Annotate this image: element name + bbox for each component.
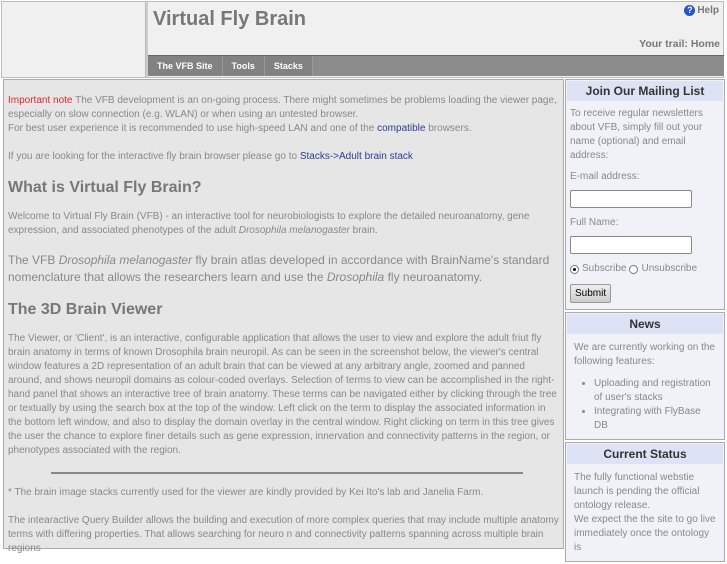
status-text-1: The fully functional webstie launch is p… <box>574 472 700 511</box>
atlas-3: fly neuroanatomy. <box>384 270 483 284</box>
browser-hint: If you are looking for the interactive f… <box>8 150 559 164</box>
email-input[interactable] <box>570 190 692 208</box>
site-title: Virtual Fly Brain <box>153 8 307 30</box>
help-link[interactable]: ? Help <box>684 5 719 16</box>
email-label: E-mail address: <box>570 171 640 182</box>
important-note-label: Important note <box>8 95 73 106</box>
breadcrumb: Your trail: Home <box>639 38 720 50</box>
divider <box>51 472 523 474</box>
atlas-text: The VFB Drosophila melanogaster fly brai… <box>8 252 559 286</box>
welcome-text: Welcome to Virtual Fly Brain (VFB) - an … <box>8 210 559 238</box>
unsubscribe-radio[interactable] <box>629 264 639 274</box>
query-builder-text: The intearactive Query Builder allows th… <box>8 515 559 554</box>
logo-area <box>1 1 146 78</box>
list-item: Integrating with FlyBase DB <box>594 405 716 433</box>
nav-vfb-site[interactable]: The VFB Site <box>148 56 223 76</box>
news-list: Uploading and registration of user's sta… <box>594 377 716 433</box>
subscribe-radio[interactable] <box>570 264 579 274</box>
note-text: The VFB development is an on-going proce… <box>8 95 557 120</box>
news-title: News <box>567 314 723 334</box>
important-note: Important note The VFB development is an… <box>8 94 559 136</box>
adult-brain-stack-link[interactable]: Stacks->Adult brain stack <box>300 151 413 162</box>
status-box: Current Status The fully functional webs… <box>565 442 725 562</box>
news-intro: We are currently working on the followin… <box>574 342 715 367</box>
compatible-link[interactable]: compatible <box>377 123 425 134</box>
help-icon: ? <box>684 5 696 16</box>
stacks-note: * The brain image stacks currently used … <box>8 487 484 498</box>
atlas-em1: Drosophila melanogaster <box>58 253 193 267</box>
help-label: Help <box>697 5 719 16</box>
heading-what-is-vfb: What is Virtual Fly Brain? <box>8 179 202 196</box>
welcome-post: brain. <box>349 225 378 236</box>
unsubscribe-label: Unsubscribe <box>641 263 698 274</box>
atlas-1: The VFB <box>8 253 59 267</box>
subscribe-label: Subscribe <box>582 263 627 274</box>
list-item: Uploading and registration of user's sta… <box>594 377 716 405</box>
best-text: For best user experience it is recommend… <box>8 123 378 134</box>
atlas-em2: Drosophila <box>326 270 385 284</box>
status-title: Current Status <box>567 444 723 464</box>
mailing-intro: To receive regular newsletters about VFB… <box>570 108 703 161</box>
nav-stacks[interactable]: Stacks <box>264 56 313 76</box>
name-label: Full Name: <box>570 217 619 228</box>
best-text-end: browsers. <box>425 123 472 134</box>
viewer-text: The Viewer, or 'Client', is an interacti… <box>8 333 557 456</box>
main-content: Important note The VFB development is an… <box>3 79 564 554</box>
header: Virtual Fly Brain ? Help Your trail: Home… <box>146 1 724 78</box>
mailing-list-title: Join Our Mailing List <box>567 81 723 101</box>
submit-button[interactable]: Submit <box>570 284 612 303</box>
news-box: News We are currently working on the fol… <box>565 312 725 440</box>
mailing-list-box: Join Our Mailing List To receive regular… <box>565 79 725 310</box>
welcome-em: Drosophila melanogaster <box>238 225 350 236</box>
sidebar: Join Our Mailing List To receive regular… <box>565 79 725 564</box>
status-text-2: We expect the the site to go live immedi… <box>574 514 716 553</box>
full-name-input[interactable] <box>570 236 692 254</box>
nav-tools[interactable]: Tools <box>222 56 265 76</box>
heading-3d-viewer: The 3D Brain Viewer <box>8 301 163 318</box>
nav-bar: The VFB Site Tools Stacks <box>148 55 724 76</box>
hint-text: If you are looking for the interactive f… <box>8 151 300 162</box>
